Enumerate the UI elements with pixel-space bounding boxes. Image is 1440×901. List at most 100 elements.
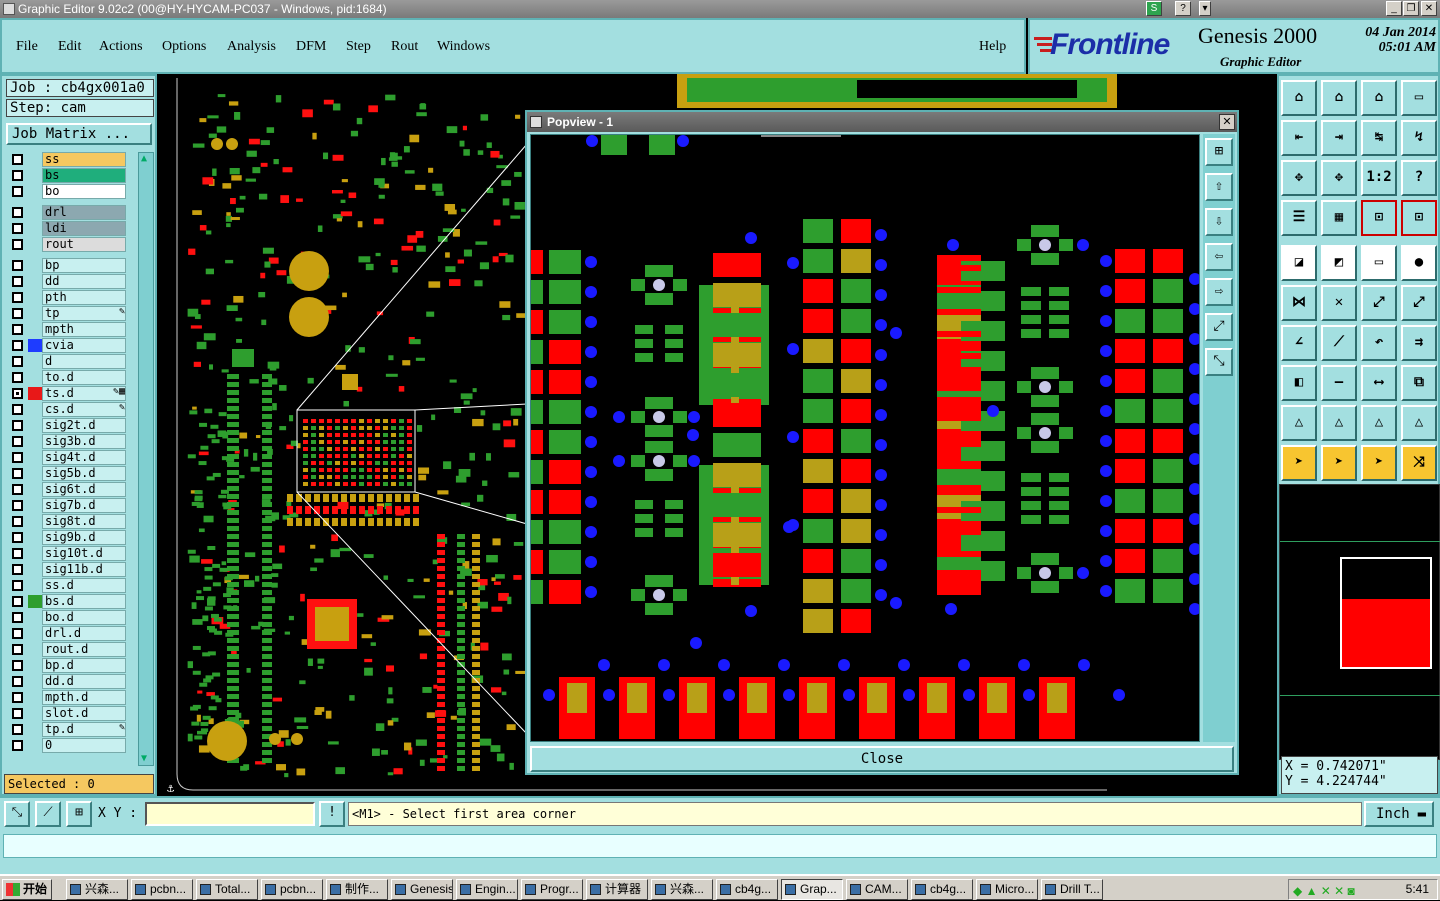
menu-step[interactable]: Step <box>346 39 371 55</box>
layer-row[interactable]: dd <box>6 274 128 289</box>
layer-name[interactable]: dd <box>42 274 126 289</box>
menu-file[interactable]: File <box>16 39 38 55</box>
layer-name[interactable]: sig2t.d <box>42 418 126 433</box>
layer-name[interactable]: slot.d <box>42 706 126 721</box>
layer-name[interactable]: sig3b.d <box>42 434 126 449</box>
tool-list-icon[interactable]: ☰ <box>1281 200 1317 236</box>
layer-checkbox[interactable] <box>12 612 23 623</box>
layer-checkbox[interactable] <box>12 548 23 559</box>
layer-scrollbar[interactable]: ▲ ▼ <box>138 152 154 766</box>
tool-swap-icon[interactable]: ↹ <box>1361 120 1397 156</box>
layer-row[interactable]: mpth <box>6 322 128 337</box>
tool-tri-d-icon[interactable]: △ <box>1401 405 1437 441</box>
layer-name[interactable]: sig9b.d <box>42 530 126 545</box>
layer-checkbox[interactable] <box>12 388 23 399</box>
tool-tri-b-icon[interactable]: △ <box>1321 405 1357 441</box>
layer-checkbox[interactable] <box>12 324 23 335</box>
layer-name[interactable]: sig7b.d <box>42 498 126 513</box>
tool-layer-b-icon[interactable]: ⊡ <box>1401 200 1437 236</box>
tool-move-right-icon[interactable]: ⇥ <box>1321 120 1357 156</box>
layer-name[interactable]: tp.d <box>42 722 126 737</box>
taskbar-item[interactable]: Micro... <box>976 879 1038 900</box>
layer-row[interactable]: drl <box>6 205 128 220</box>
taskbar-item[interactable]: Engin... <box>456 879 518 900</box>
tool-snap-icon[interactable]: ↯ <box>1401 120 1437 156</box>
layer-checkbox[interactable] <box>12 420 23 431</box>
menu-options[interactable]: Options <box>162 39 206 55</box>
layer-name[interactable]: bs <box>42 168 126 183</box>
tool-home-icon[interactable]: ⌂ <box>1281 80 1317 116</box>
layer-row[interactable]: bp.d <box>6 658 128 673</box>
zoom-area-icon[interactable]: ⤡ <box>4 801 30 827</box>
layer-checkbox[interactable] <box>12 260 23 271</box>
tool-angle-icon[interactable]: ∠ <box>1281 325 1317 361</box>
tool-node-icon[interactable]: ⋈ <box>1281 285 1317 321</box>
tool-select-b-icon[interactable]: ➤ <box>1361 445 1397 481</box>
layer-name[interactable]: to.d <box>42 370 126 385</box>
layer-row[interactable]: ldi <box>6 221 128 236</box>
tool-pad-icon[interactable]: ● <box>1401 245 1437 281</box>
layer-checkbox[interactable] <box>12 170 23 181</box>
layer-name[interactable]: dd.d <box>42 674 126 689</box>
layer-name[interactable]: cs.d <box>42 402 126 417</box>
tool-move-left-icon[interactable]: ⇤ <box>1281 120 1317 156</box>
tool-arrows-icon[interactable]: ⇉ <box>1401 325 1437 361</box>
taskbar-item[interactable]: 兴森... <box>651 879 713 900</box>
tool-dash-icon[interactable]: — <box>1321 365 1357 401</box>
zoom-out-icon[interactable]: ⤡ <box>1205 348 1233 376</box>
layer-row[interactable]: sig6t.d <box>6 482 128 497</box>
tool-panel-icon[interactable]: ▭ <box>1401 80 1437 116</box>
tool-tri-c-icon[interactable]: △ <box>1361 405 1397 441</box>
tool-vector-b-icon[interactable]: ⤢ <box>1401 285 1437 321</box>
layer-checkbox[interactable] <box>12 452 23 463</box>
layer-checkbox[interactable] <box>12 740 23 751</box>
restore-button[interactable]: ❐ <box>1403 1 1419 16</box>
taskbar-item[interactable]: pcbn... <box>131 879 193 900</box>
layer-name[interactable]: tp <box>42 306 126 321</box>
help-icon[interactable]: ? <box>1175 1 1191 16</box>
layer-checkbox[interactable] <box>12 308 23 319</box>
layer-name[interactable]: bs.d <box>42 594 126 609</box>
layer-name[interactable]: sig10t.d <box>42 546 126 561</box>
layer-name[interactable]: sig8t.d <box>42 514 126 529</box>
taskbar-item[interactable]: Grap... <box>781 879 843 900</box>
layer-name[interactable]: rout <box>42 237 126 252</box>
alert-icon[interactable]: ! <box>319 801 345 827</box>
layer-checkbox[interactable] <box>12 724 23 735</box>
menu-help[interactable]: Help <box>979 39 1006 55</box>
unit-selector[interactable]: Inch ▬ <box>1364 801 1434 827</box>
layer-row[interactable]: bp <box>6 258 128 273</box>
tool-grid-icon[interactable]: ▦ <box>1321 200 1357 236</box>
popview-canvas[interactable] <box>530 134 1200 742</box>
zoom-in-icon[interactable]: ⤢ <box>1205 313 1233 341</box>
layer-name[interactable]: 0 <box>42 738 126 753</box>
layer-row[interactable]: sig5b.d <box>6 466 128 481</box>
pan-down-icon[interactable]: ⇩ <box>1205 208 1233 236</box>
layer-name[interactable]: sig4t.d <box>42 450 126 465</box>
taskbar-item[interactable]: Total... <box>196 879 258 900</box>
tool-center-icon[interactable]: ✥ <box>1321 160 1357 196</box>
layer-name[interactable]: bp.d <box>42 658 126 673</box>
layer-checkbox[interactable] <box>12 580 23 591</box>
layer-checkbox[interactable] <box>12 708 23 719</box>
taskbar-item[interactable]: 兴森... <box>66 879 128 900</box>
dropdown-icon[interactable]: ▾ <box>1199 1 1211 16</box>
tool-cluster-icon[interactable]: ⧉ <box>1401 365 1437 401</box>
layer-row[interactable]: mpth.d <box>6 690 128 705</box>
tool-arc-icon[interactable]: ↶ <box>1361 325 1397 361</box>
layer-name[interactable]: mpth.d <box>42 690 126 705</box>
layer-row[interactable]: pth <box>6 290 128 305</box>
popview-close-button[interactable]: Close <box>530 746 1234 772</box>
taskbar-item[interactable]: 制作... <box>326 879 388 900</box>
taskbar-item[interactable]: Progr... <box>521 879 583 900</box>
tool-point-icon[interactable]: ◧ <box>1281 365 1317 401</box>
tool-net-icon[interactable]: ◩ <box>1321 245 1357 281</box>
tool-select-icon[interactable]: ➤ <box>1321 445 1357 481</box>
tool-save-icon[interactable]: ⌂ <box>1321 80 1357 116</box>
taskbar-item[interactable]: cb4g... <box>911 879 973 900</box>
layer-name[interactable]: sig5b.d <box>42 466 126 481</box>
layer-name[interactable]: d <box>42 354 126 369</box>
taskbar-item[interactable]: 计算器 <box>586 879 648 900</box>
tool-layer-a-icon[interactable]: ⊡ <box>1361 200 1397 236</box>
layer-checkbox[interactable] <box>12 404 23 415</box>
